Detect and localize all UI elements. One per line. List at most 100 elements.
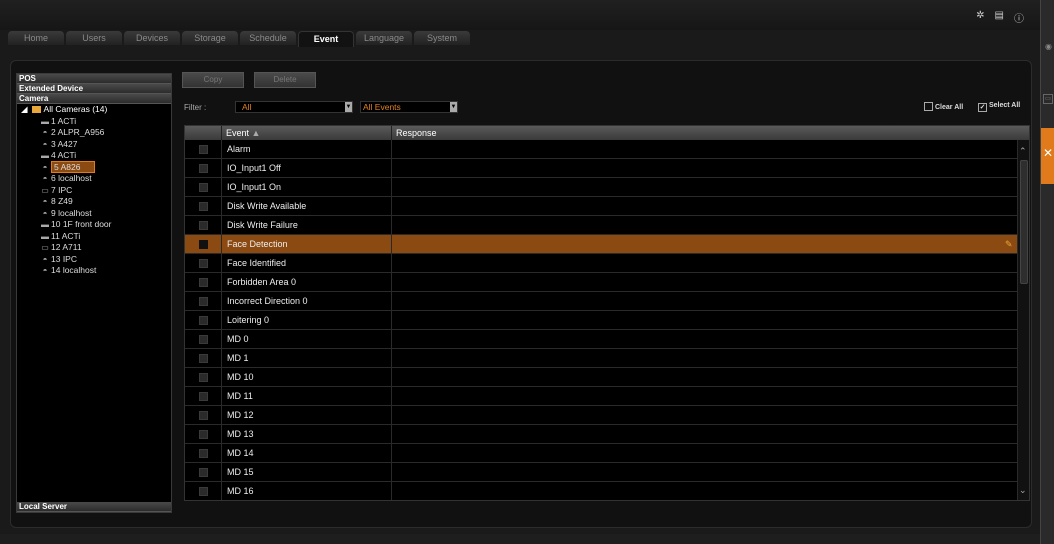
clear-all-checkbox[interactable]: Clear All	[924, 102, 963, 111]
scroll-thumb[interactable]	[1020, 160, 1028, 284]
top-icons: ✲ ▤ ⓘ	[976, 10, 1024, 25]
row-checkbox[interactable]	[199, 468, 208, 477]
row-checkbox[interactable]	[199, 145, 208, 154]
row-checkbox[interactable]	[199, 392, 208, 401]
tree-camera-label: 3 A427	[51, 138, 78, 149]
table-row[interactable]: IO_Input1 On	[185, 178, 1029, 197]
filter-camera-select[interactable]: All ▼	[235, 101, 353, 113]
dropdown-arrow-icon[interactable]: ▼	[450, 102, 457, 112]
tree-camera-3[interactable]: ◓ 3 A427	[17, 139, 171, 151]
tree-camera-4[interactable]: ▬ 4 ACTi	[17, 150, 171, 162]
table-row[interactable]: Face Detection ✎	[185, 235, 1029, 254]
row-checkbox[interactable]	[199, 297, 208, 306]
clear-all-label: Clear All	[935, 104, 964, 111]
row-checkbox[interactable]	[199, 183, 208, 192]
tab-home[interactable]: Home	[8, 31, 64, 45]
tree-camera-2[interactable]: ◓ 2 ALPR_A956	[17, 127, 171, 139]
tab-language[interactable]: Language	[356, 31, 412, 45]
tab-schedule[interactable]: Schedule	[240, 31, 296, 45]
document-icon[interactable]: ▤	[995, 10, 1004, 25]
tree-camera-7[interactable]: ▭ 7 IPC	[17, 185, 171, 197]
table-row[interactable]: MD 12	[185, 406, 1029, 425]
row-checkbox[interactable]	[199, 373, 208, 382]
table-row[interactable]: MD 15	[185, 463, 1029, 482]
expand-arrow-icon[interactable]: ◢	[21, 104, 28, 114]
table-row[interactable]: MD 0	[185, 330, 1029, 349]
row-checkbox-cell	[185, 444, 222, 463]
table-row[interactable]: MD 10	[185, 368, 1029, 387]
row-checkbox[interactable]	[199, 259, 208, 268]
row-checkbox[interactable]	[199, 411, 208, 420]
tree-camera-13[interactable]: ◓ 13 IPC	[17, 254, 171, 266]
sort-arrow-icon: ▲	[251, 128, 261, 138]
delete-button[interactable]: Delete	[254, 72, 316, 88]
row-checkbox-cell	[185, 216, 222, 235]
tree-camera-11[interactable]: ▬ 11 ACTi	[17, 231, 171, 243]
row-checkbox[interactable]	[199, 240, 208, 249]
row-checkbox[interactable]	[199, 202, 208, 211]
table-row[interactable]: Loitering 0	[185, 311, 1029, 330]
row-checkbox[interactable]	[199, 164, 208, 173]
tree-camera-14[interactable]: ◓ 14 localhost	[17, 265, 171, 277]
tree-camera-label: 1 ACTi	[51, 115, 77, 126]
top-bar: ✲ ▤ ⓘ	[0, 0, 1040, 30]
tree-camera-10[interactable]: ▬ 10 1F front door	[17, 219, 171, 231]
table-row[interactable]: Incorrect Direction 0	[185, 292, 1029, 311]
filter-event-select[interactable]: All Events ▼	[360, 101, 458, 113]
tree-camera-1[interactable]: ▬ 1 ACTi	[17, 116, 171, 128]
table-row[interactable]: MD 13	[185, 425, 1029, 444]
table-row[interactable]: Forbidden Area 0	[185, 273, 1029, 292]
table-row[interactable]: MD 11	[185, 387, 1029, 406]
copy-button[interactable]: Copy	[182, 72, 244, 88]
row-checkbox[interactable]	[199, 278, 208, 287]
section-pos[interactable]: POS	[17, 74, 171, 84]
tree-camera-6[interactable]: ◓ 6 localhost	[17, 173, 171, 185]
select-all-checkbox[interactable]: ✓ Select All	[978, 102, 1020, 112]
table-row[interactable]: IO_Input1 Off	[185, 159, 1029, 178]
dome-camera-icon: ◓	[42, 254, 48, 264]
header-event[interactable]: Event ▲	[222, 126, 392, 140]
window-icon[interactable]: ▭	[1043, 94, 1053, 104]
scroll-up-icon[interactable]: ⌃	[1019, 146, 1027, 157]
row-checkbox-cell	[185, 425, 222, 444]
table-row[interactable]: Face Identified	[185, 254, 1029, 273]
scroll-down-icon[interactable]: ⌄	[1019, 485, 1027, 496]
tree-root[interactable]: ◢ All Cameras (14)	[17, 104, 171, 116]
tree-camera-9[interactable]: ◓ 9 localhost	[17, 208, 171, 220]
section-camera[interactable]: Camera	[17, 94, 171, 104]
tab-users[interactable]: Users	[66, 31, 122, 45]
row-checkbox[interactable]	[199, 354, 208, 363]
tree-camera-5[interactable]: ◓ 5 A826	[17, 160, 171, 174]
table-row[interactable]: MD 1	[185, 349, 1029, 368]
tools-icon[interactable]: ✕	[1041, 128, 1054, 184]
tree-camera-8[interactable]: ◓ 8 Z49	[17, 196, 171, 208]
eye-icon[interactable]: ◉	[1045, 42, 1052, 51]
tab-event[interactable]: Event	[298, 31, 354, 47]
vertical-scrollbar[interactable]: ⌃ ⌄	[1017, 140, 1029, 500]
header-response[interactable]: Response	[392, 126, 1019, 140]
row-checkbox[interactable]	[199, 221, 208, 230]
table-row[interactable]: MD 14	[185, 444, 1029, 463]
table-row[interactable]: MD 16	[185, 482, 1029, 500]
row-checkbox[interactable]	[199, 487, 208, 496]
table-row[interactable]: Disk Write Failure	[185, 216, 1029, 235]
event-cell: MD 15	[222, 463, 392, 482]
table-row[interactable]: Disk Write Available	[185, 197, 1029, 216]
dropdown-arrow-icon[interactable]: ▼	[345, 102, 352, 112]
row-checkbox[interactable]	[199, 449, 208, 458]
section-extended-device[interactable]: Extended Device	[17, 84, 171, 94]
edit-icon[interactable]: ✎	[1005, 239, 1013, 250]
table-row[interactable]: Alarm	[185, 140, 1029, 159]
row-checkbox[interactable]	[199, 430, 208, 439]
tab-system[interactable]: System	[414, 31, 470, 45]
row-checkbox[interactable]	[199, 316, 208, 325]
tab-storage[interactable]: Storage	[182, 31, 238, 45]
tree-camera-12[interactable]: ▭ 12 A711	[17, 242, 171, 254]
info-icon[interactable]: ⓘ	[1014, 10, 1024, 25]
gear-icon[interactable]: ✲	[976, 10, 984, 25]
section-local-server[interactable]: Local Server	[17, 502, 171, 512]
tab-devices[interactable]: Devices	[124, 31, 180, 45]
row-checkbox-cell	[185, 292, 222, 311]
row-checkbox[interactable]	[199, 335, 208, 344]
dome-camera-icon: ◓	[42, 197, 48, 206]
